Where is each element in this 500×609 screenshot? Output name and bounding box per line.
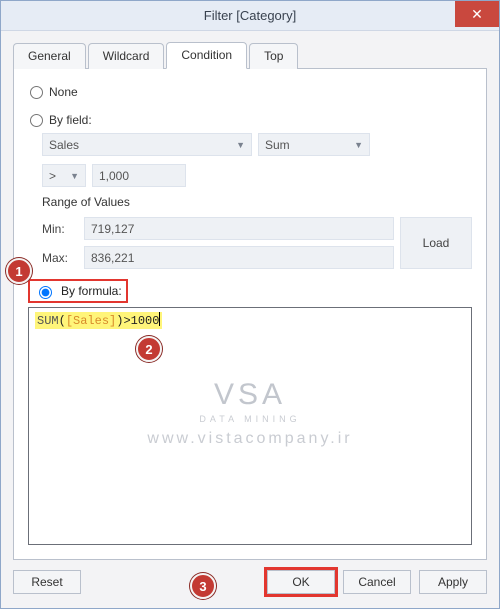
max-label: Max: [42,251,78,265]
ok-label: OK [292,575,309,589]
aggregation-value: Sum [265,138,290,152]
radio-byformula[interactable] [39,286,52,299]
operator-dropdown[interactable]: > ▼ [42,164,86,187]
reset-label: Reset [31,575,62,589]
radio-byfield[interactable] [30,114,43,127]
load-label: Load [423,236,450,250]
condition-panel: None By field: Sales ▼ Sum ▼ [13,69,487,560]
field-dropdown[interactable]: Sales ▼ [42,133,252,156]
threshold-input[interactable]: 1,000 [92,164,186,187]
tab-top[interactable]: Top [249,43,298,69]
tab-wildcard[interactable]: Wildcard [88,43,165,69]
cancel-label: Cancel [358,575,395,589]
radio-byformula-label: By formula: [61,284,122,298]
min-value: 719,127 [91,222,134,236]
filter-dialog: Filter [Category] ✕ General Wildcard Con… [0,0,500,609]
apply-button[interactable]: Apply [419,570,487,594]
titlebar: Filter [Category] ✕ [1,1,499,31]
load-button[interactable]: Load [400,217,472,269]
watermark: VSA DATA MINING www.vistacompany.ir [29,378,471,448]
chevron-down-icon: ▼ [236,140,245,150]
radio-none-label: None [49,85,78,99]
reset-button[interactable]: Reset [13,570,81,594]
radio-byfield-label: By field: [49,113,92,127]
close-button[interactable]: ✕ [455,1,499,27]
max-value: 836,221 [91,251,134,265]
dialog-content: General Wildcard Condition Top None By f… [1,31,499,560]
formula-field: [Sales] [66,314,116,328]
min-input[interactable]: 719,127 [84,217,394,240]
tab-general[interactable]: General [13,43,86,69]
tab-condition[interactable]: Condition [166,42,247,69]
radio-none[interactable] [30,86,43,99]
field-dropdown-value: Sales [49,138,79,152]
formula-open: ( [59,314,66,328]
formula-rest: >1000 [123,314,159,328]
range-of-values-label: Range of Values [42,195,472,209]
formula-fn: SUM [37,314,59,328]
tab-strip: General Wildcard Condition Top [13,41,487,69]
dialog-footer: Reset OK Cancel Apply [1,560,499,608]
radio-byfield-row[interactable]: By field: [30,113,472,127]
min-label: Min: [42,222,78,236]
close-icon: ✕ [471,6,483,23]
watermark-sub: DATA MINING [29,414,471,424]
cancel-button[interactable]: Cancel [343,570,411,594]
threshold-value: 1,000 [99,169,129,183]
watermark-url: www.vistacompany.ir [29,430,471,448]
apply-label: Apply [438,575,468,589]
chevron-down-icon: ▼ [354,140,363,150]
ok-button[interactable]: OK [267,570,335,594]
text-caret [159,312,160,326]
byfield-block: Sales ▼ Sum ▼ > ▼ 1,000 [42,133,472,269]
operator-value: > [49,169,56,183]
chevron-down-icon: ▼ [70,171,79,181]
window-title: Filter [Category] [204,8,296,23]
radio-byformula-row[interactable]: By formula: [28,279,128,303]
radio-none-row[interactable]: None [30,85,472,99]
aggregation-dropdown[interactable]: Sum ▼ [258,133,370,156]
formula-textarea[interactable]: SUM([Sales])>1000 VSA DATA MINING www.vi… [28,307,472,545]
byformula-section: By formula: SUM([Sales])>1000 VSA DATA M… [28,279,472,545]
watermark-logo: VSA [29,378,471,412]
max-input[interactable]: 836,221 [84,246,394,269]
